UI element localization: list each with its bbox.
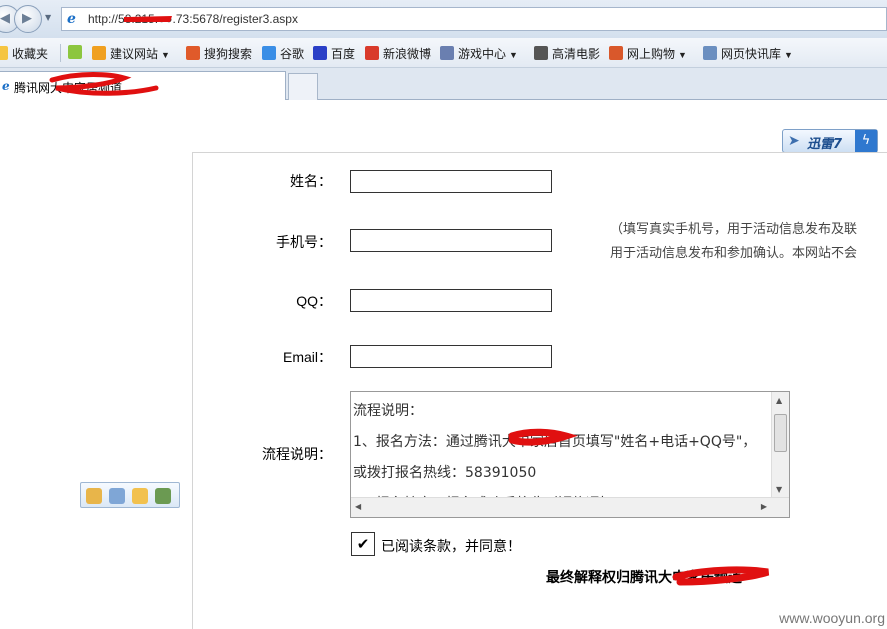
scroll-left-icon[interactable]: ◀ [355,502,361,511]
name-label: 姓名： [290,173,332,189]
phone-hint: （填写真实手机号，用于活动信息发布及联 用于活动信息发布和参加确认。本网站不会 [610,218,887,266]
bookmark-label: 游戏中心 [458,47,507,61]
qq-field[interactable] [350,289,552,312]
scroll-right-icon[interactable]: ▶ [761,502,767,511]
xunlei-label: 迅雷7 [807,137,843,152]
address-bar-row: ◀ ▶ ▼ e http://58.215.●●.73:5678/registe… [0,0,887,38]
favorites-bar: 收藏夹 建议网站 ▼ 搜狗搜索 谷歌 百度 新浪微博 游戏中心 ▼ 高清电影 网上购物 ▼ 网页快讯库… [0,38,887,68]
add-favorite-button[interactable] [68,45,86,60]
bookmark-item[interactable]: 高清电影 [534,45,600,62]
bookmark-item[interactable]: 游戏中心 ▼ [440,45,518,62]
ie-tab-icon: e [2,79,10,93]
scroll-thumb[interactable] [774,414,787,452]
name-field[interactable] [350,170,552,193]
bookmark-item[interactable]: 网页快讯库 ▼ [703,45,793,62]
save-icon[interactable] [109,488,125,504]
lightning-icon: ϟ [855,130,877,152]
bookmark-label: 百度 [331,47,356,61]
dropdown-caret-icon[interactable]: ▼ [509,50,518,60]
add-favorite-icon [68,45,82,59]
film-icon [534,46,548,60]
phone-hint-line-2: 用于活动信息发布和参加确认。本网站不会 [610,246,858,261]
bookmark-label: 高清电影 [552,47,601,61]
phone-label: 手机号： [276,234,332,250]
email-field[interactable] [350,345,552,368]
forward-button[interactable]: ▶ [14,5,42,33]
scroll-up-icon[interactable]: ▲ [776,396,782,405]
forward-arrow-icon: ▶ [22,11,32,26]
image-icon[interactable] [155,488,171,504]
bookmark-item[interactable]: 网上购物 ▼ [609,45,687,62]
ie-page-icon: e [67,11,76,27]
toolbar-separator [60,44,61,62]
address-bar[interactable]: e http://58.215.●●.73:5678/register3.asp… [61,7,887,31]
bookmark-label: 谷歌 [280,47,305,61]
scroll-down-icon[interactable]: ▼ [776,485,782,494]
webslice-icon [703,46,717,60]
favorites-label: 收藏夹 [12,47,49,61]
footer-note: 最终解释权归腾讯大申家居频道 [546,570,742,586]
qq-label: QQ： [296,293,332,309]
url-text[interactable]: http://58.215.●●.73:5678/register3.aspx [88,12,298,26]
bookmark-label: 搜狗搜索 [204,47,253,61]
bookmark-label: 建议网站 [110,47,159,61]
watermark: www.wooyun.org [779,610,885,626]
bookmark-item[interactable]: 新浪微博 [365,45,431,62]
suggest-icon [92,46,106,60]
xunlei-download-button[interactable]: ➤ 迅雷7 ϟ [782,129,878,153]
floating-toolbar [80,482,180,508]
vertical-scrollbar[interactable]: ▲ ▼ [771,392,789,498]
dropdown-caret-icon[interactable]: ▼ [678,50,687,60]
bookmark-item[interactable]: 建议网站 ▼ [92,45,170,62]
shopping-icon [609,46,623,60]
xunlei-bird-icon: ➤ [788,133,800,149]
weibo-icon [365,46,379,60]
favorites-button[interactable]: 收藏夹 [0,45,48,62]
star-icon [0,46,8,60]
bookmark-label: 新浪微博 [383,47,432,61]
agree-checkbox[interactable]: ✔ [351,532,375,556]
bookmark-label: 网页快讯库 [721,47,782,61]
game-icon [440,46,454,60]
sogou-icon [186,46,200,60]
horizontal-scrollbar[interactable]: ◀ ▶ [351,497,789,517]
phone-hint-line-1: （填写真实手机号，用于活动信息发布及联 [610,222,858,237]
tab-strip: e 腾讯网大申家居频道 [0,68,887,100]
tab-active[interactable]: e 腾讯网大申家居频道 [0,71,286,100]
bookmark-item[interactable]: 谷歌 [262,45,304,62]
phone-field[interactable] [350,229,552,252]
dropdown-caret-icon[interactable]: ▼ [161,50,170,60]
smiley-icon[interactable] [86,488,102,504]
new-tab-button[interactable] [288,73,318,100]
tab-title: 腾讯网大申家居频道 [14,81,123,95]
process-textarea[interactable]: 流程说明： 1、报名方法：通过腾讯大申家居首页填写"姓名+电话+QQ号"，或拨打… [350,391,790,518]
bookmark-item[interactable]: 百度 [313,45,355,62]
emoticon-icon[interactable] [132,488,148,504]
back-arrow-icon: ◀ [0,11,10,26]
google-icon [262,46,276,60]
email-label: Email： [282,349,332,365]
bookmark-item[interactable]: 搜狗搜索 [186,45,252,62]
bookmark-label: 网上购物 [627,47,676,61]
process-label: 流程说明： [262,446,332,462]
dropdown-caret-icon[interactable]: ▼ [784,50,793,60]
agree-label: 已阅读条款，并同意！ [381,539,521,555]
history-dropdown-icon[interactable]: ▼ [45,13,51,22]
baidu-icon [313,46,327,60]
